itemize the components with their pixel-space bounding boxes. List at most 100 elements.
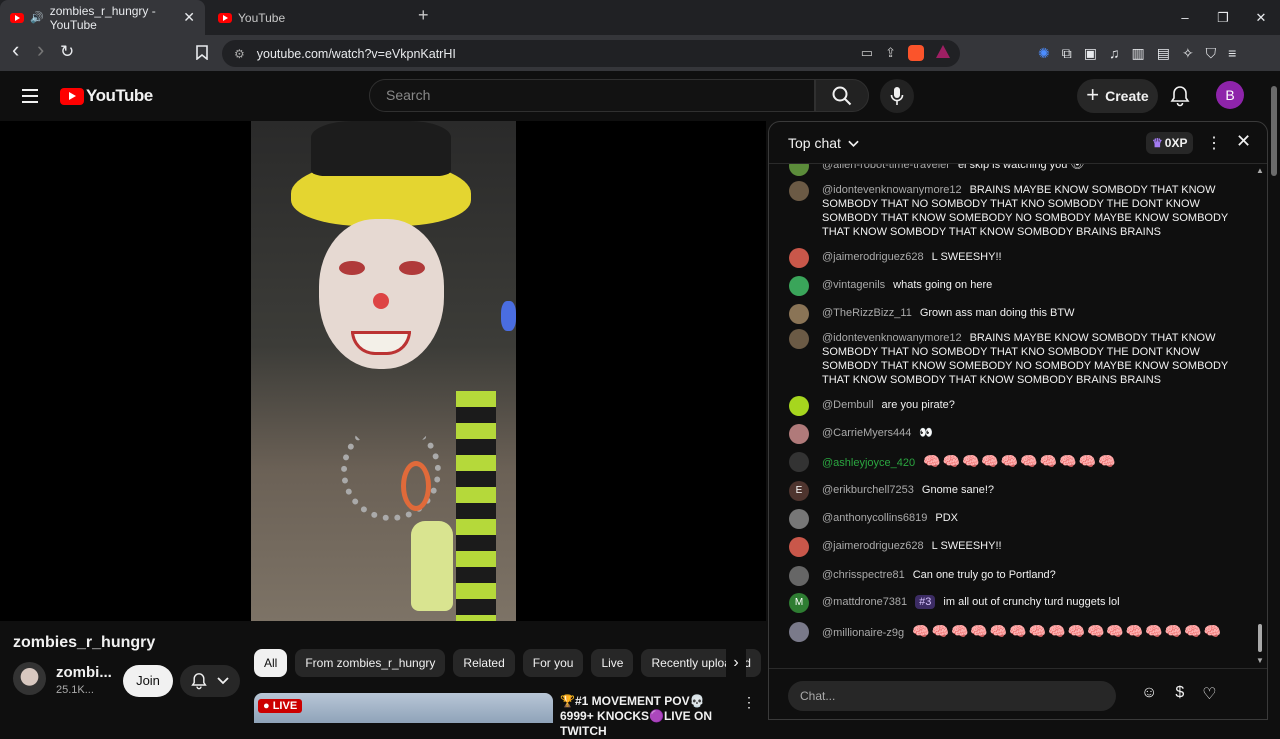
speaker-icon[interactable]: 🔊 — [30, 11, 44, 24]
recommended-thumbnail[interactable]: ● LIVE — [254, 693, 553, 723]
share-icon[interactable]: ⇪ — [885, 45, 896, 61]
chat-message[interactable]: E @erikburchell7253 Gnome sane!? — [789, 481, 1239, 501]
chat-avatar[interactable] — [789, 396, 809, 416]
chat-author[interactable]: @TheRizzBizz_11 — [822, 307, 912, 319]
chat-message[interactable]: @anthonycollins6819 PDX — [789, 509, 1239, 529]
wallet-icon[interactable]: ▤ — [1157, 45, 1170, 62]
close-chat-icon[interactable]: ✕ — [1236, 131, 1251, 152]
emoji-icon[interactable]: ☺ — [1141, 684, 1157, 704]
chat-avatar[interactable] — [789, 424, 809, 444]
create-button[interactable]: + Create — [1077, 79, 1158, 113]
address-bar[interactable]: ⚙ youtube.com/watch?v=eVkpnKatrHI ▭ ⇪ — [222, 40, 960, 67]
tab-youtube[interactable]: YouTube — [208, 0, 410, 35]
chat-author[interactable]: @idontevenknowanymore12 — [822, 184, 962, 196]
chat-message[interactable]: @CarrieMyers444 👀 — [789, 424, 1239, 444]
bookmark-icon[interactable] — [196, 45, 208, 63]
chat-avatar[interactable] — [789, 452, 809, 472]
tab-zombies-youtube[interactable]: 🔊 zombies_r_hungry - YouTube ✕ — [0, 0, 205, 35]
channel-avatar[interactable] — [13, 662, 46, 695]
brave-rewards-icon[interactable] — [936, 45, 950, 58]
chips-next-chevron-icon[interactable]: › — [726, 649, 746, 677]
chat-author[interactable]: @ashleyjoyce_420 — [822, 457, 915, 469]
screenshot-icon[interactable]: ▣ — [1084, 45, 1097, 62]
vpn-shield-icon[interactable]: ⛉ — [1206, 45, 1217, 62]
site-settings-icon[interactable]: ⚙ — [234, 47, 245, 61]
chat-avatar[interactable] — [789, 566, 809, 586]
chat-scroll-down-icon[interactable]: ▼ — [1256, 656, 1264, 665]
chat-author[interactable]: @erikburchell7253 — [822, 484, 914, 496]
chat-author[interactable]: @jaimerodriguez628 — [822, 540, 924, 552]
video-frame[interactable] — [251, 121, 516, 621]
chat-avatar[interactable] — [789, 164, 809, 176]
chat-message[interactable]: @jaimerodriguez628 L SWEESHY!! — [789, 248, 1239, 268]
xp-badge[interactable]: ♛ 0XP — [1146, 132, 1194, 154]
notifications-bell-icon[interactable] — [1170, 85, 1190, 112]
forward-button[interactable]: › — [37, 37, 44, 63]
chat-avatar[interactable] — [789, 622, 809, 642]
youtube-logo[interactable]: YouTube — [60, 86, 153, 106]
chat-author[interactable]: @idontevenknowanymore12 — [822, 332, 962, 344]
chat-input[interactable]: Chat... — [788, 681, 1116, 711]
subscription-notifications-button[interactable] — [180, 665, 240, 697]
chat-avatar[interactable]: M — [789, 593, 809, 613]
chat-author[interactable]: @jaimerodriguez628 — [822, 251, 924, 263]
search-input[interactable]: Search — [369, 79, 815, 112]
back-button[interactable]: ‹ — [12, 37, 19, 63]
super-chat-icon[interactable]: $ — [1175, 684, 1184, 704]
reload-button[interactable]: ↻ — [60, 42, 74, 62]
chat-author[interactable]: @millionaire-z9g — [822, 627, 904, 639]
chat-avatar[interactable] — [789, 181, 809, 201]
account-avatar[interactable]: B — [1216, 81, 1244, 109]
chip-related[interactable]: Related — [453, 649, 515, 677]
chat-message[interactable]: @TheRizzBizz_11 Grown ass man doing this … — [789, 304, 1239, 324]
video-player[interactable] — [0, 121, 766, 621]
voice-search-button[interactable] — [880, 79, 914, 113]
menu-icon[interactable]: ≡ — [1228, 45, 1236, 62]
chat-avatar[interactable] — [789, 276, 809, 296]
close-tab-icon[interactable]: ✕ — [183, 9, 195, 26]
chat-avatar[interactable] — [789, 509, 809, 529]
chip-from-channel[interactable]: From zombies_r_hungry — [295, 649, 446, 677]
media-icon[interactable]: ♫ — [1109, 45, 1120, 62]
chip-for-you[interactable]: For you — [522, 649, 584, 677]
vpn-icon[interactable]: ✺ — [1038, 45, 1050, 62]
chip-live[interactable]: Live — [591, 649, 634, 677]
chat-message[interactable]: @jaimerodriguez628 L SWEESHY!! — [789, 537, 1239, 557]
chat-message[interactable]: @Dembull are you pirate? — [789, 396, 1239, 416]
chat-author[interactable]: @anthonycollins6819 — [822, 512, 927, 524]
chat-scrollbar-thumb[interactable] — [1258, 624, 1262, 652]
channel-name[interactable]: zombi... — [56, 664, 112, 681]
close-window-button[interactable]: ✕ — [1242, 0, 1280, 35]
brave-shields-icon[interactable] — [908, 45, 924, 61]
chat-message[interactable]: @idontevenknowanymore12 BRAINS MAYBE KNOW… — [789, 181, 1239, 239]
chip-all[interactable]: All — [254, 649, 288, 677]
chat-message[interactable]: @millionaire-z9g 🧠🧠🧠🧠🧠🧠🧠🧠🧠🧠🧠🧠🧠🧠🧠🧠 — [789, 622, 1239, 642]
minimize-button[interactable]: – — [1166, 0, 1204, 35]
join-button[interactable]: Join — [123, 665, 173, 697]
chat-avatar[interactable] — [789, 329, 809, 349]
sidebar-icon[interactable]: ▥ — [1131, 45, 1144, 62]
heart-icon[interactable]: ♡ — [1202, 684, 1216, 704]
more-actions-icon[interactable]: ⋮ — [742, 694, 756, 711]
chat-avatar[interactable] — [789, 248, 809, 268]
chat-message[interactable]: @idontevenknowanymore12 BRAINS MAYBE KNOW… — [789, 329, 1239, 387]
chat-avatar[interactable] — [789, 537, 809, 557]
chat-author[interactable]: @mattdrone7381 — [822, 596, 907, 608]
chat-author[interactable]: @vintagenils — [822, 279, 885, 291]
search-button[interactable] — [815, 79, 869, 112]
chat-author[interactable]: @CarrieMyers444 — [822, 427, 911, 439]
top-chat-dropdown[interactable]: Top chat — [788, 135, 859, 151]
page-scrollbar-thumb[interactable] — [1271, 86, 1277, 176]
chat-message[interactable]: @chrisspectre81 Can one truly go to Portl… — [789, 566, 1239, 586]
chat-scroll-up-icon[interactable]: ▲ — [1256, 166, 1264, 175]
chat-message[interactable]: @ashleyjoyce_420 🧠🧠🧠🧠🧠🧠🧠🧠🧠🧠 — [789, 452, 1239, 472]
extensions-icon[interactable]: ⧉ — [1062, 45, 1072, 62]
recommended-title[interactable]: 🏆#1 MOVEMENT POV💀6999+ KNOCKS🟣LIVE ON TW… — [560, 694, 738, 739]
chat-author[interactable]: @Dembull — [822, 399, 874, 411]
chat-avatar[interactable] — [789, 304, 809, 324]
new-tab-button[interactable]: + — [418, 5, 429, 26]
cast-icon[interactable]: ▭ — [861, 45, 873, 61]
chat-message[interactable]: @vintagenils whats going on here — [789, 276, 1239, 296]
chat-more-icon[interactable]: ⋮ — [1206, 133, 1222, 153]
leo-ai-icon[interactable]: ✧ — [1182, 45, 1194, 62]
